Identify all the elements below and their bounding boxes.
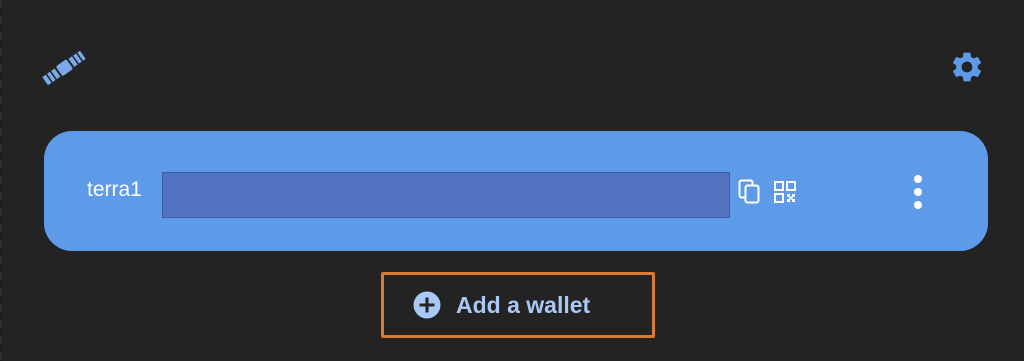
wallet-address-prefix: terra1 [87, 178, 142, 201]
wallet-more-button[interactable] [906, 173, 930, 211]
satellite-icon [40, 46, 88, 90]
copy-address-button[interactable] [738, 179, 762, 205]
more-vertical-icon [914, 175, 922, 209]
add-wallet-button[interactable]: Add a wallet [412, 287, 590, 323]
wallet-address-redaction [162, 172, 730, 218]
qr-code-button[interactable] [774, 181, 796, 203]
wallet-card[interactable]: terra1 [44, 131, 988, 251]
add-wallet-label: Add a wallet [456, 291, 591, 318]
plus-circle-icon [413, 291, 441, 319]
copy-icon [738, 179, 760, 204]
gear-icon [952, 52, 982, 82]
settings-button[interactable] [949, 49, 985, 85]
window-edge [0, 0, 2, 361]
qr-code-icon [774, 181, 796, 203]
